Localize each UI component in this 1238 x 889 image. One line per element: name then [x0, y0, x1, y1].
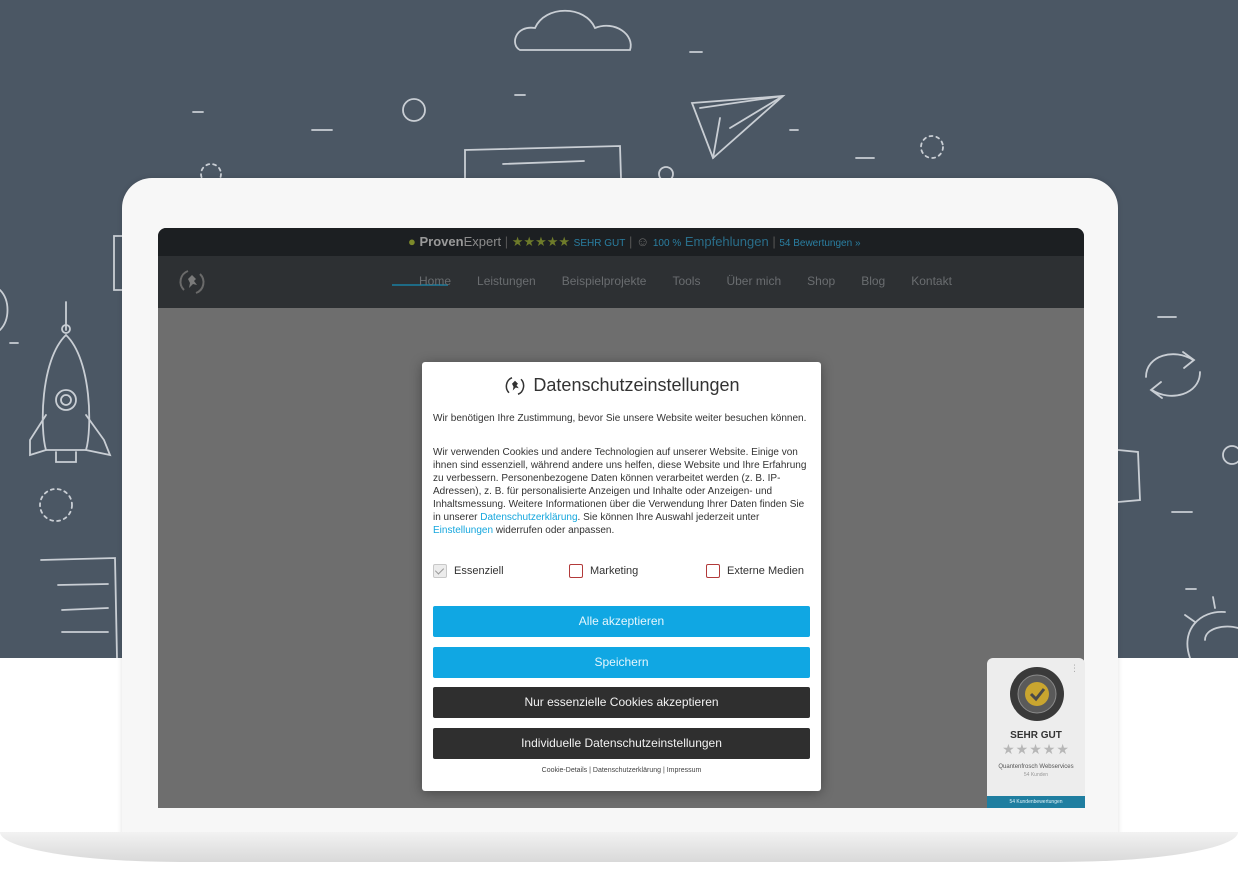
badge-meta: 54 Kunden: [1023, 772, 1049, 778]
nav-item-shop[interactable]: Shop: [794, 274, 848, 288]
nav-item-blog[interactable]: Blog: [848, 274, 898, 288]
recommend-label: Empfehlungen: [684, 234, 769, 249]
people-icon: ☺: [635, 234, 650, 249]
badge-stars: ★★★★★: [1002, 742, 1070, 758]
reviews-link[interactable]: 54 Bewertungen »: [779, 238, 860, 249]
provenexpert-badge[interactable]: ⋮ SEHR GUT ★★★★★ Quantenfrosch Webservic…: [987, 658, 1085, 808]
save-button[interactable]: Speichern: [433, 647, 810, 678]
nav-menu: Home Leistungen Beispielprojekte Tools Ü…: [406, 274, 965, 288]
rating-label: SEHR GUT: [573, 238, 626, 249]
checkbox-externe-medien-label: Externe Medien: [727, 565, 805, 577]
checkbox-essenziell-box[interactable]: [433, 564, 447, 578]
checkbox-externe-medien-box[interactable]: [706, 564, 720, 578]
consent-intro: Wir benötigen Ihre Zustimmung, bevor Sie…: [433, 413, 807, 424]
laptop-base: [0, 832, 1238, 862]
frog-logo-icon[interactable]: [176, 266, 208, 298]
badge-reviews-link[interactable]: 54 Kundenbewertungen: [987, 796, 1085, 808]
badge-rating: SEHR GUT: [1010, 730, 1062, 741]
dialog-title-text: Datenschutzeinstellungen: [533, 374, 740, 395]
settings-link[interactable]: Einstellungen: [433, 525, 493, 536]
imprint-link[interactable]: Impressum: [667, 767, 702, 774]
checkbox-marketing[interactable]: Marketing: [569, 564, 638, 578]
footer-privacy-link[interactable]: Datenschutzerklärung: [593, 767, 661, 774]
recommend-percent: 100 %: [652, 238, 682, 249]
nav-item-kontakt[interactable]: Kontakt: [898, 274, 965, 288]
footer-separator: |: [589, 767, 591, 774]
checkbox-marketing-label: Marketing: [590, 565, 639, 577]
main-navigation: Home Leistungen Beispielprojekte Tools Ü…: [158, 256, 1084, 308]
nav-item-tools[interactable]: Tools: [659, 274, 713, 288]
nav-item-home[interactable]: Home: [406, 274, 464, 288]
privacy-settings-dialog: Datenschutzeinstellungen Wir benötigen I…: [422, 362, 821, 791]
cookie-details-link[interactable]: Cookie-Details: [542, 767, 588, 774]
checkbox-marketing-box[interactable]: [569, 564, 583, 578]
accept-essential-only-button[interactable]: Nur essenzielle Cookies akzeptieren: [433, 687, 810, 718]
nav-item-beispielprojekte[interactable]: Beispielprojekte: [549, 274, 660, 288]
consent-categories: Essenziell Marketing Externe Medien: [433, 564, 813, 582]
consent-description: Wir verwenden Cookies und andere Technol…: [433, 446, 813, 537]
provenexpert-top-bar[interactable]: ● ProvenExpert | ★★★★★ SEHR GUT | ☺ 100 …: [158, 228, 1084, 256]
footer-separator: |: [662, 767, 665, 774]
provenexpert-brand-light: Expert: [463, 234, 502, 249]
checkbox-essenziell[interactable]: Essenziell: [433, 564, 504, 578]
provenexpert-brand-bold: Proven: [419, 234, 464, 249]
frog-logo-icon: [506, 377, 525, 395]
dialog-title: Datenschutzeinstellungen: [422, 374, 821, 398]
privacy-policy-link[interactable]: Datenschutzerklärung: [480, 512, 577, 523]
provenexpert-summary[interactable]: ● ProvenExpert | ★★★★★ SEHR GUT | ☺ 100 …: [408, 234, 861, 250]
rating-stars: ★★★★★: [511, 234, 571, 249]
dialog-footer-links: Cookie-Details | Datenschutzerklärung | …: [422, 767, 821, 774]
individual-settings-button[interactable]: Individuelle Datenschutzeinstellungen: [433, 728, 810, 759]
description-text-2: . Sie können Ihre Auswahl jederzeit unte…: [577, 512, 760, 523]
checkbox-externe-medien[interactable]: Externe Medien: [706, 564, 804, 578]
description-text-3: widerrufen oder anpassen.: [493, 525, 615, 536]
more-options-icon[interactable]: ⋮: [1070, 664, 1079, 674]
check-icon: ●: [408, 234, 416, 249]
nav-item-leistungen[interactable]: Leistungen: [464, 274, 549, 288]
badge-company: Quantenfrosch Webservices: [998, 764, 1074, 770]
nav-item-ueber-mich[interactable]: Über mich: [713, 274, 794, 288]
provenexpert-seal-icon: [1010, 667, 1064, 721]
accept-all-button[interactable]: Alle akzeptieren: [433, 606, 810, 637]
checkbox-essenziell-label: Essenziell: [454, 565, 504, 577]
